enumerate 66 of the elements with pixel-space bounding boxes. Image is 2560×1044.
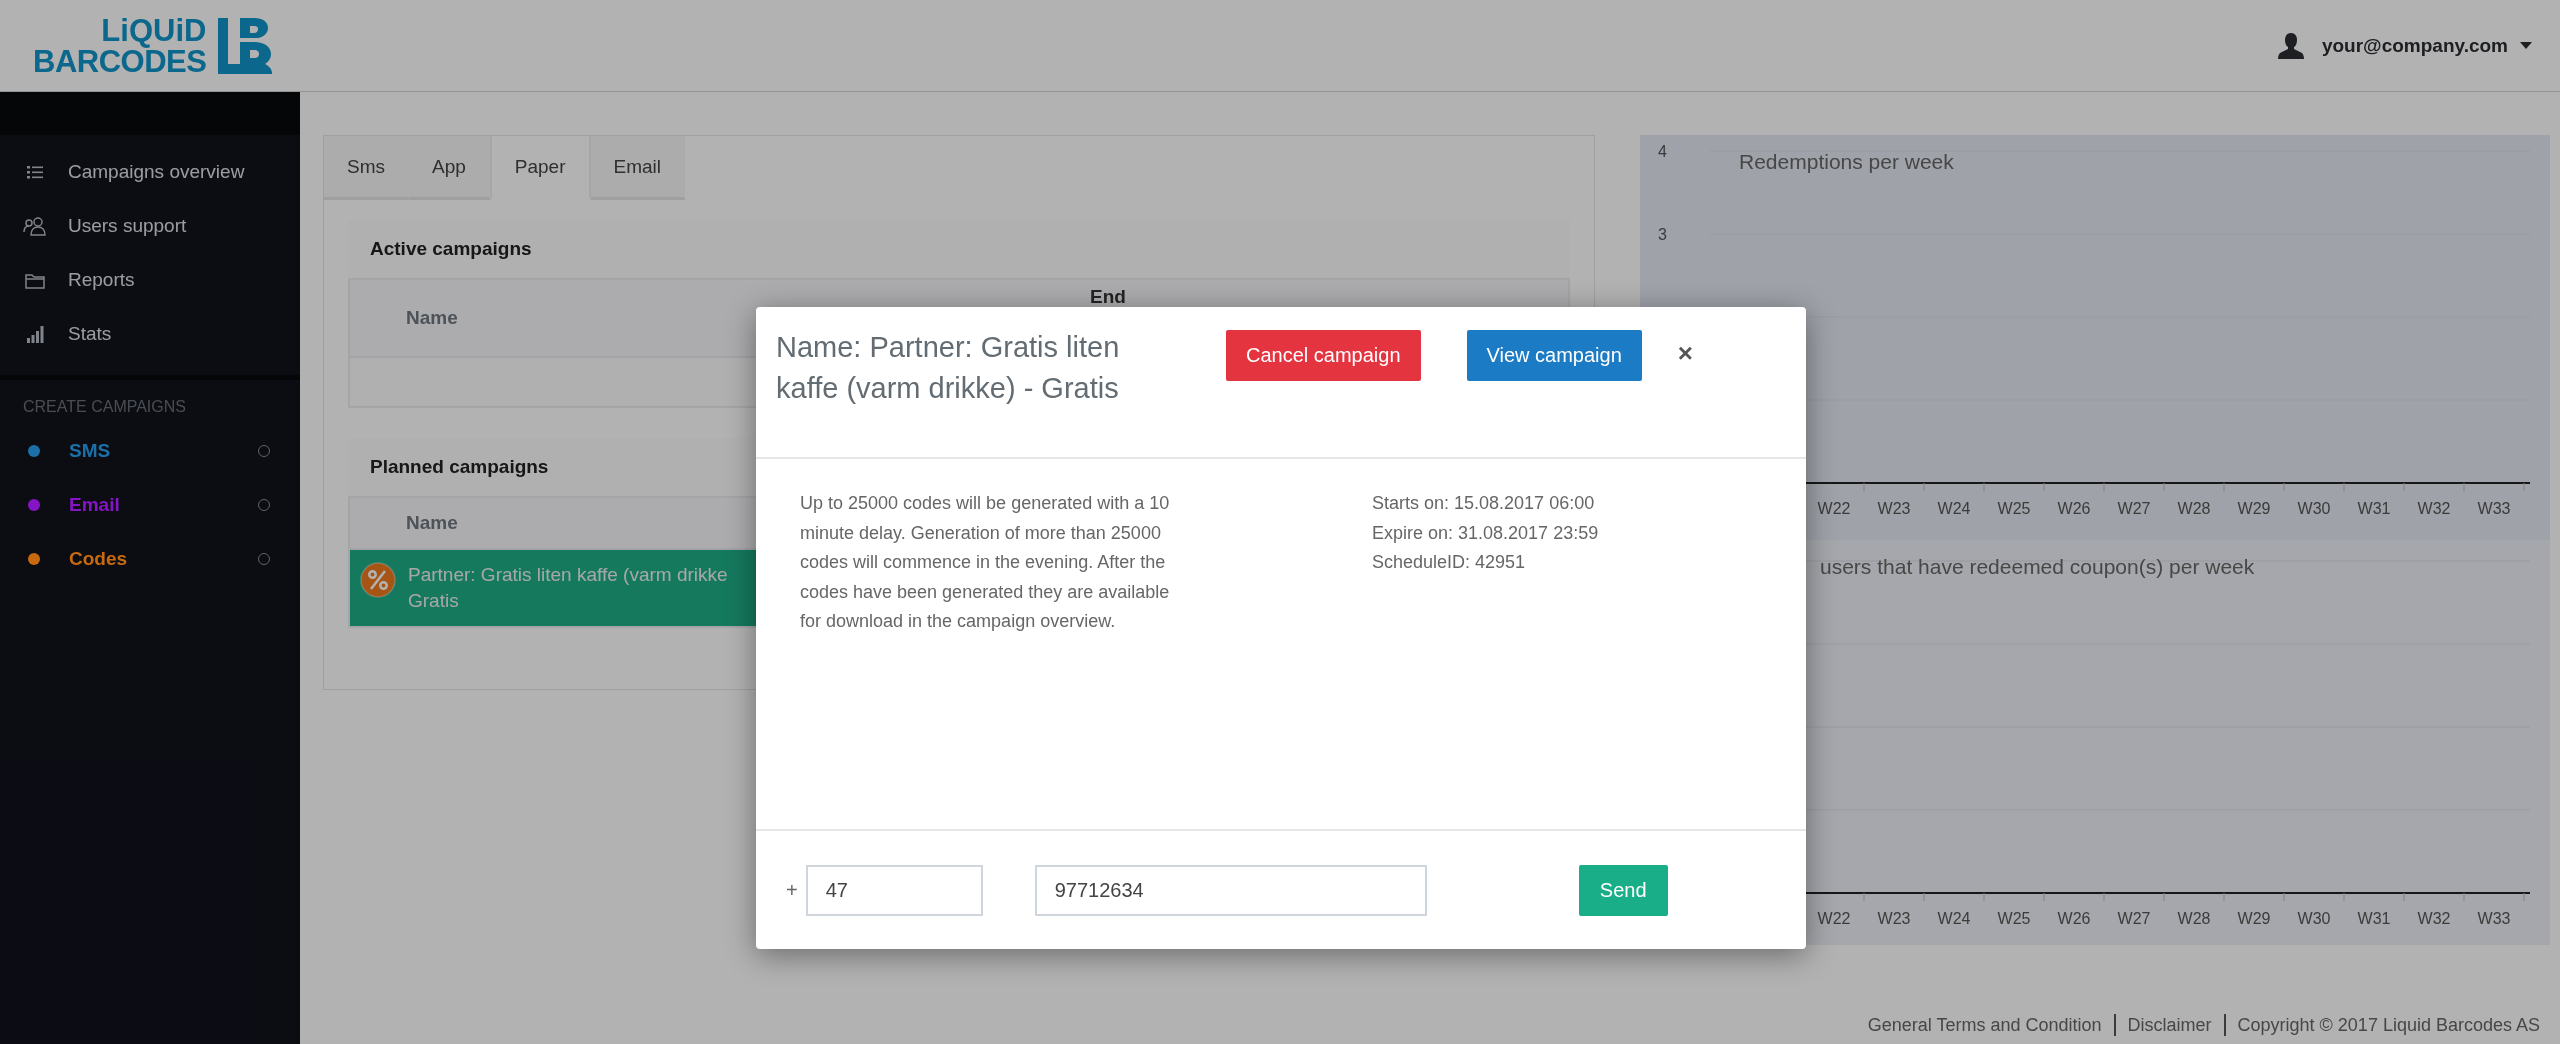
tick-label: W28	[2177, 500, 2211, 517]
tick-label: W33	[2477, 500, 2511, 517]
tick-label: W25	[1997, 500, 2031, 517]
column-header: End	[1090, 285, 1126, 308]
description-text: Up to 25000 codes will be generated with a 10 minute delay. Generation of more than 25000 codes will commence in the evening. After the codes have been generated they are available for download in the campaign overview.	[800, 492, 1171, 633]
tick-label: W22	[1817, 500, 1851, 517]
close-button[interactable]: ×	[1671, 337, 1699, 370]
section-title: Active campaigns	[370, 238, 532, 260]
nav-item[interactable]: Reports	[0, 253, 300, 307]
tick-label: W30	[2297, 910, 2331, 927]
phone-number-field[interactable]: 97712634	[1034, 864, 1427, 916]
tick-label: W23	[1877, 500, 1911, 517]
footer-link[interactable]: Disclaimer	[2127, 1014, 2212, 1036]
tick-label: W29	[2237, 500, 2271, 517]
nav-item[interactable]: SMS	[69, 440, 258, 462]
user-icon	[2277, 31, 2304, 60]
tick-label: W30	[2297, 500, 2331, 517]
campaign-button[interactable]: Cancel campaign	[1226, 330, 1421, 381]
chart-title: Redemptions per week	[1739, 150, 1954, 173]
tab[interactable]: App	[409, 136, 490, 200]
chart-title: users that have redeemed coupon(s) per week	[1820, 555, 2255, 578]
nav-item[interactable]: Codes	[69, 548, 258, 570]
tick-label: W26	[2057, 500, 2091, 517]
tick-label: W29	[2237, 910, 2271, 927]
campaign-button[interactable]: View campaign	[1466, 330, 1642, 381]
footer-link[interactable]: Copyright © 2017 Liquid Barcodes AS	[2237, 1014, 2540, 1036]
footer-link[interactable]: General Terms and Condition	[1867, 1014, 2102, 1036]
tick-label: W33	[2477, 910, 2511, 927]
tab[interactable]: Paper	[489, 136, 591, 200]
nav-item[interactable]: Users support	[0, 199, 300, 253]
column-header: Name	[406, 307, 458, 329]
section-title: Planned campaigns	[370, 456, 549, 478]
users-icon	[23, 216, 47, 236]
logo-text: LiQUiD	[101, 14, 207, 46]
tick-label: W32	[2417, 500, 2451, 517]
detail-text: Starts on: 15.08.2017 06:00	[1372, 492, 1596, 515]
nav-item[interactable]: Campaigns overview	[0, 145, 300, 199]
table-cell-text: Partner: Gratis liten kaffe (varm drikke	[408, 563, 728, 587]
tick-label: W22	[1817, 910, 1851, 927]
country-code-field[interactable]: 47	[805, 864, 983, 916]
detail-text: Expire on: 31.08.2017 23:59	[1372, 521, 1599, 545]
column-header: Name	[406, 512, 458, 534]
nav-item[interactable]: Stats	[0, 307, 300, 361]
tick-label: 3	[1658, 226, 1667, 243]
section-title: CREATE CAMPAIGNS	[22, 397, 187, 417]
user-menu[interactable]: your@company.com	[2321, 34, 2532, 57]
tab[interactable]: Sms	[324, 136, 409, 200]
tick-label: W24	[1937, 910, 1971, 927]
tick-label: W26	[2057, 910, 2091, 927]
tick-label: W31	[2357, 500, 2391, 517]
detail-text: ScheduleID: 42951	[1372, 551, 1527, 574]
tick-label: W23	[1877, 910, 1911, 927]
modal-title: Name: Partner: Gratis liten kaffe (varm drikke) - Gratis	[776, 330, 1121, 406]
tick-label: W31	[2357, 910, 2391, 927]
tab[interactable]: Email	[590, 136, 686, 200]
prefix-text: +	[786, 878, 798, 902]
tick-label: W27	[2117, 500, 2151, 517]
caret-icon	[2520, 42, 2532, 49]
table-cell-text: Gratis	[408, 589, 459, 613]
tick-label: W32	[2417, 910, 2451, 927]
tick-label: W24	[1937, 500, 1971, 517]
tick-label: W27	[2117, 910, 2151, 927]
tick-label: W25	[1997, 910, 2031, 927]
percent-icon	[360, 562, 396, 598]
tick-label: W28	[2177, 910, 2211, 927]
tick-label: 4	[1658, 143, 1667, 160]
